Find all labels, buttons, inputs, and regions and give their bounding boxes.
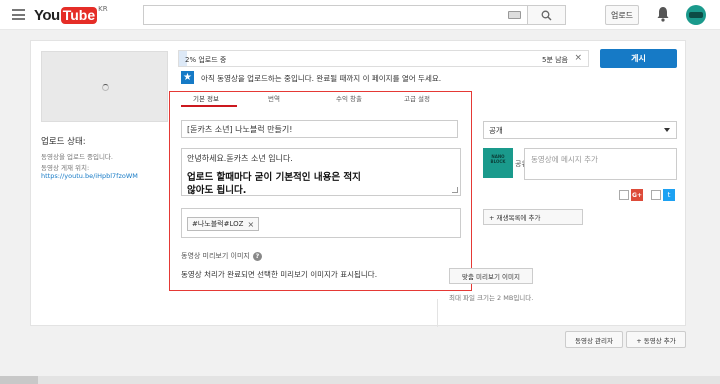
thumbnail-section-label: 동영상 미리보기 이미지 ? <box>181 251 262 261</box>
upload-progress-bar: 2% 업로드 중 5분 남음 × <box>178 50 589 67</box>
tags-input[interactable]: #나노블럭#LOZ × <box>181 208 461 238</box>
tag-label: #나노블럭#LOZ <box>192 220 244 228</box>
privacy-select[interactable]: 공개 <box>483 121 677 139</box>
custom-thumbnail-button[interactable]: 맞춤 미리보기 이미지 <box>449 268 533 284</box>
description-line: 업로드 할때마다 굳이 기본적인 내용은 적지 <box>187 172 361 183</box>
search-button[interactable] <box>528 5 566 25</box>
title-input[interactable]: [돋카츠 소년] 나노블럭 만들기! <box>181 120 458 138</box>
description-line: 않아도 됩니다. <box>187 185 247 196</box>
keyboard-icon[interactable] <box>508 11 521 19</box>
logo-tube-text: Tube <box>60 6 98 24</box>
logo-you-text: You <box>34 6 60 24</box>
horizontal-scrollbar[interactable] <box>0 376 720 384</box>
upload-status-title: 업로드 상태: <box>41 137 86 147</box>
video-thumbnail-placeholder <box>41 51 168 122</box>
logo-region: KR <box>98 5 108 13</box>
star-icon: ★ <box>181 71 194 84</box>
avatar[interactable] <box>686 5 706 25</box>
bell-icon[interactable] <box>657 6 669 26</box>
video-link[interactable]: https://youtu.be/iHpbl7fzoWM <box>41 172 138 180</box>
upload-card: 업로드 상태: 동영상을 업로드 중입니다. 동영상 게재 위치: https:… <box>30 40 686 327</box>
divider <box>437 299 438 327</box>
channel-thumbnail: NANO BLOCK <box>483 148 513 178</box>
help-icon[interactable]: ? <box>252 251 262 261</box>
twitter-share: t <box>651 189 675 201</box>
google-plus-icon[interactable]: G+ <box>631 189 643 201</box>
max-file-size-note: 최대 파일 크기는 2 MB입니다. <box>449 294 534 302</box>
remove-tag-icon[interactable]: × <box>247 220 254 229</box>
twitter-icon[interactable]: t <box>663 189 675 201</box>
description-line: 안녕하세요.돋카츠 소년 입니다. <box>187 154 293 163</box>
privacy-value: 공개 <box>489 126 503 135</box>
search-input[interactable] <box>143 5 528 25</box>
gplus-checkbox[interactable] <box>619 190 629 200</box>
top-bar: You Tube KR 업로드 <box>0 0 720 30</box>
upload-button[interactable]: 업로드 <box>605 5 639 25</box>
upload-status-text: 동영상을 업로드 중입니다. <box>41 153 113 161</box>
scrollbar-thumb[interactable] <box>0 376 38 384</box>
twitter-checkbox[interactable] <box>651 190 661 200</box>
upload-notice: 아직 동영상을 업로드하는 중입니다. 완료될 때까지 이 페이지를 열어 두세… <box>201 74 442 83</box>
cancel-upload-icon[interactable]: × <box>574 53 582 63</box>
gplus-share: G+ <box>619 189 643 201</box>
time-remaining: 5분 남음 <box>542 56 568 64</box>
add-video-button[interactable]: + 동영상 추가 <box>626 331 686 348</box>
chevron-down-icon <box>664 128 670 132</box>
video-location-label: 동영상 게재 위치: <box>41 164 90 172</box>
thumbnail-message: 동영상 처리가 완료되면 선택한 미리보기 이미지가 표시됩니다. <box>181 270 378 279</box>
youtube-logo[interactable]: You Tube KR <box>34 5 108 24</box>
tag-chip: #나노블럭#LOZ × <box>187 217 260 231</box>
publish-button[interactable]: 게시 <box>600 49 677 68</box>
menu-icon[interactable] <box>12 9 25 20</box>
share-message-input[interactable]: 동영상에 메시지 추가 <box>524 148 677 180</box>
channel-thumbnail-text: NANO BLOCK <box>490 154 506 164</box>
description-textarea[interactable]: 안녕하세요.돋카츠 소년 입니다. 업로드 할때마다 굳이 기본적인 내용은 적… <box>181 148 461 196</box>
add-to-playlist-button[interactable]: + 재생목록에 추가 <box>483 209 583 225</box>
video-manager-button[interactable]: 동영상 관리자 <box>565 331 623 348</box>
thumbnail-label-text: 동영상 미리보기 이미지 <box>181 252 250 260</box>
progress-text: 2% 업로드 중 <box>185 56 227 64</box>
resize-handle[interactable] <box>452 187 458 193</box>
search-icon <box>541 10 552 21</box>
loading-spinner-icon <box>102 84 109 91</box>
